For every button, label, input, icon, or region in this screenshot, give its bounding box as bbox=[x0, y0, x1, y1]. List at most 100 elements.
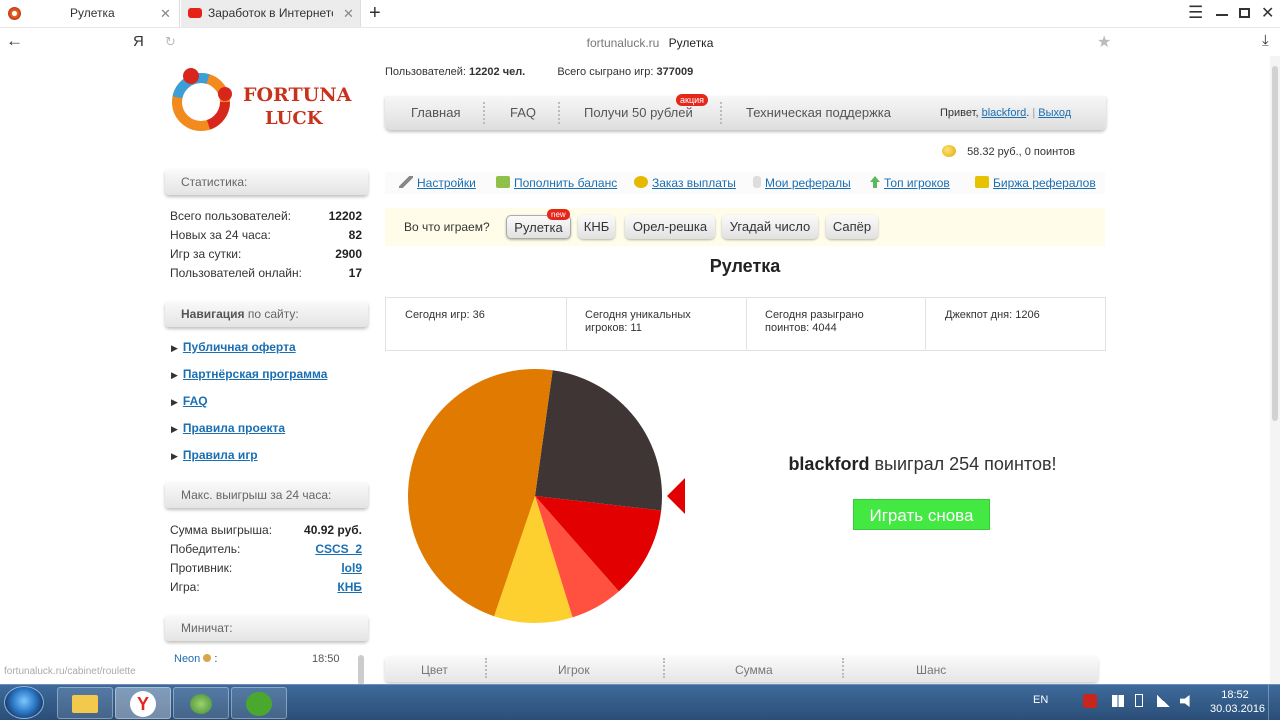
referrals-label: Мои рефералы bbox=[765, 176, 851, 190]
withdraw-link[interactable]: Заказ выплаты bbox=[634, 173, 736, 193]
utorrent-icon bbox=[246, 692, 272, 716]
maxwin-label: Игра: bbox=[170, 580, 200, 594]
result-text: blackford выиграл 254 поинтов! bbox=[700, 454, 1145, 475]
chat-user-link[interactable]: Neon bbox=[174, 653, 200, 665]
settings-link[interactable]: Настройки bbox=[399, 173, 476, 193]
page-content: FORTUNA LUCK Пользователей: 12202 чел. В… bbox=[0, 56, 1280, 684]
game-label: КНБ bbox=[583, 219, 610, 234]
volume-icon[interactable] bbox=[1180, 695, 1190, 707]
game-link[interactable]: КНБ bbox=[337, 578, 362, 597]
arrow-right-icon: ▶ bbox=[171, 424, 178, 434]
clock-date: 30.03.2016 bbox=[1210, 703, 1266, 715]
browser-tab-bar: Рулетка ✕ Заработок в Интернете для ✕ + … bbox=[0, 0, 1280, 28]
game-minesweeper-button[interactable]: Сапёр bbox=[826, 215, 878, 239]
download-icon[interactable]: ⤓ bbox=[1262, 32, 1269, 49]
deposit-link[interactable]: Пополнить баланс bbox=[496, 173, 617, 193]
explorer-taskbar-button[interactable] bbox=[57, 687, 113, 719]
url-field[interactable]: fortunaluck.ru Рулетка bbox=[180, 32, 1120, 54]
sidebar: Статистика: Всего пользователей: 12202 Но… bbox=[165, 169, 368, 684]
menu-item-faq[interactable]: FAQ bbox=[510, 96, 536, 130]
balance-value: 58.32 руб., 0 поинтов bbox=[967, 146, 1076, 158]
clock[interactable]: 18:52 30.03.2016 bbox=[1210, 688, 1266, 716]
referrals-link[interactable]: Мои рефералы bbox=[753, 173, 851, 193]
stat-row: Всего пользователей: 12202 bbox=[170, 207, 362, 226]
stat-row: Игр за сутки: 2900 bbox=[170, 245, 362, 264]
nav-link-faq[interactable]: ▶ FAQ bbox=[171, 388, 208, 415]
game-guess-number-button[interactable]: Угадай число bbox=[722, 215, 818, 239]
stat-label: Игр за сутки: bbox=[170, 247, 242, 261]
stats-divider bbox=[566, 298, 567, 350]
battery-icon[interactable] bbox=[1135, 694, 1143, 707]
close-window-icon[interactable]: ✕ bbox=[1261, 3, 1274, 23]
withdraw-label: Заказ выплаты bbox=[652, 176, 736, 190]
clock-time: 18:52 bbox=[1221, 689, 1249, 701]
tab-earnings[interactable]: Заработок в Интернете для ✕ bbox=[181, 0, 361, 27]
language-indicator[interactable]: EN bbox=[1033, 694, 1048, 706]
play-again-button[interactable]: Играть снова bbox=[853, 499, 990, 530]
tab-roulette[interactable]: Рулетка ✕ bbox=[0, 0, 180, 27]
nav-link-label: Партнёрская программа bbox=[182, 367, 328, 381]
referral-exchange-link[interactable]: Биржа рефералов bbox=[975, 173, 1096, 193]
address-bar: ← Я ↻ fortunaluck.ru Рулетка ★ ⤓ bbox=[0, 28, 1280, 56]
nav-panel-title: Навигация по сайту: bbox=[165, 301, 368, 327]
reload-icon[interactable]: ↻ bbox=[165, 34, 176, 50]
scrollbar-thumb[interactable] bbox=[1272, 66, 1278, 421]
nav-link-offer[interactable]: ▶ Публичная оферта bbox=[171, 334, 296, 361]
nav-link-rules[interactable]: ▶ Правила проекта bbox=[171, 415, 285, 442]
menu-item-home[interactable]: Главная bbox=[411, 96, 460, 130]
stat-value: 17 bbox=[348, 266, 362, 280]
site-logo[interactable]: FORTUNA LUCK bbox=[165, 64, 351, 136]
stat-line: Сегодня уникальных bbox=[585, 309, 691, 321]
back-icon[interactable]: ← bbox=[6, 31, 23, 51]
winner-link[interactable]: CSCS_2 bbox=[315, 540, 362, 559]
nav-title-rest: по сайту: bbox=[247, 307, 299, 321]
win-message: выиграл 254 поинтов! bbox=[874, 454, 1057, 474]
menu-divider bbox=[720, 102, 722, 124]
chat-scrollbar[interactable] bbox=[358, 655, 364, 684]
col-color: Цвет bbox=[421, 663, 448, 677]
new-badge: new bbox=[547, 209, 570, 220]
deposit-label: Пополнить баланс bbox=[514, 176, 618, 190]
yandex-browser-taskbar-button[interactable]: Y bbox=[115, 687, 171, 719]
stats-divider bbox=[925, 298, 926, 350]
opponent-link[interactable]: lol9 bbox=[341, 559, 362, 578]
username-link[interactable]: blackford bbox=[982, 107, 1027, 119]
yandex-icon[interactable]: Я bbox=[133, 33, 144, 50]
nav-link-game-rules[interactable]: ▶ Правила игр bbox=[171, 442, 258, 469]
game-rps-button[interactable]: КНБ bbox=[578, 215, 615, 239]
arrow-right-icon: ▶ bbox=[171, 343, 178, 353]
bookmark-star-icon[interactable]: ★ bbox=[1097, 32, 1111, 52]
utorrent-taskbar-button[interactable] bbox=[231, 687, 287, 719]
nav-link-affiliate[interactable]: ▶ Партнёрская программа bbox=[171, 361, 327, 388]
maxwin-value: 40.92 руб. bbox=[304, 523, 362, 537]
show-desktop-button[interactable] bbox=[1268, 685, 1280, 720]
arrow-right-icon: ▶ bbox=[171, 397, 178, 407]
nav-link-label: FAQ bbox=[182, 394, 208, 408]
users-value: 12202 чел. bbox=[469, 66, 526, 78]
windows-tray-icon[interactable] bbox=[1112, 695, 1124, 707]
close-icon[interactable]: ✕ bbox=[343, 0, 354, 27]
users-label: Пользователей: bbox=[385, 66, 466, 78]
minimize-icon[interactable] bbox=[1216, 14, 1228, 16]
scrollbar[interactable] bbox=[1270, 56, 1280, 684]
network-icon[interactable] bbox=[1157, 695, 1170, 707]
referral-exchange-label: Биржа рефералов bbox=[993, 176, 1096, 190]
maximize-icon[interactable] bbox=[1239, 8, 1250, 18]
maxwin-label: Противник: bbox=[170, 561, 233, 575]
logout-link[interactable]: Выход bbox=[1038, 107, 1071, 119]
app-taskbar-button[interactable] bbox=[173, 687, 229, 719]
start-button[interactable] bbox=[4, 686, 44, 719]
menu-item-support[interactable]: Техническая поддержка bbox=[746, 96, 891, 130]
acrobat-tray-icon[interactable] bbox=[1083, 694, 1097, 708]
close-icon[interactable]: ✕ bbox=[160, 0, 171, 27]
section-title: Рулетка bbox=[709, 256, 781, 276]
new-tab-button[interactable]: + bbox=[369, 2, 381, 25]
person-icon bbox=[753, 176, 761, 188]
menu-icon[interactable]: ☰ bbox=[1188, 3, 1203, 23]
players-table-header: Цвет Игрок Сумма Шанс bbox=[385, 656, 1098, 682]
game-coinflip-button[interactable]: Орел-решка bbox=[625, 215, 715, 239]
youtube-icon bbox=[188, 8, 202, 18]
top-players-link[interactable]: Топ игроков bbox=[870, 173, 950, 193]
taskbar: Y EN 18:52 30.03.2016 bbox=[0, 684, 1280, 720]
col-divider bbox=[842, 658, 844, 678]
